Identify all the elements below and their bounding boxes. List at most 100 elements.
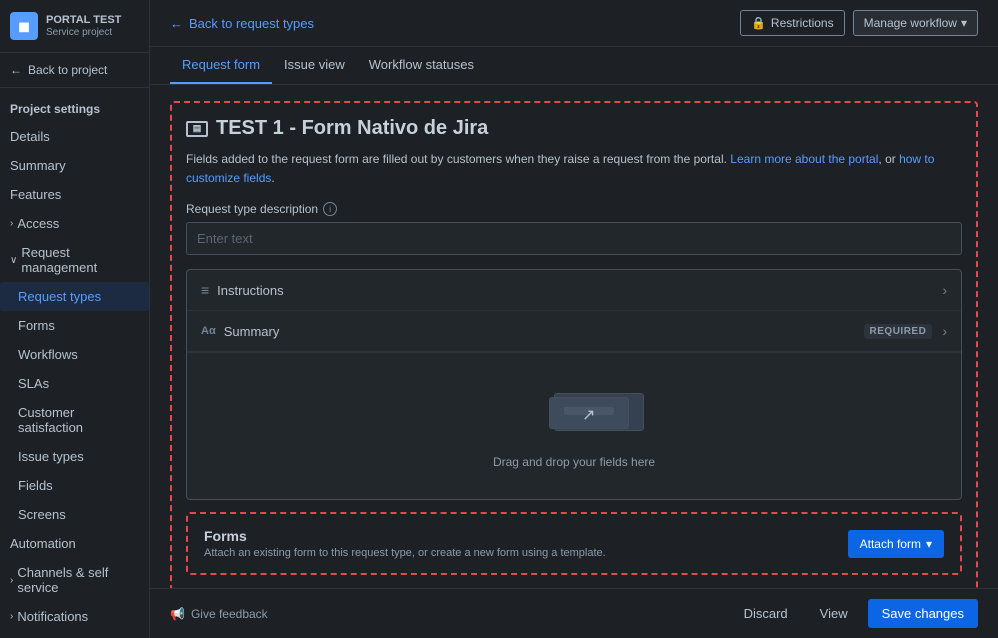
sidebar-item-access[interactable]: › Access <box>0 209 149 238</box>
sidebar-item-customer-satisfaction-label: Customer satisfaction <box>18 405 139 435</box>
sidebar-item-screens-label: Screens <box>18 507 66 522</box>
project-settings-title: Project settings <box>0 88 149 122</box>
restrictions-label: Restrictions <box>771 16 834 30</box>
sidebar-logo: ◼ PORTAL TEST Service project <box>0 0 149 53</box>
sidebar-item-request-types-label: Request types <box>18 289 101 304</box>
tab-issue-view[interactable]: Issue view <box>272 47 357 84</box>
tab-request-form[interactable]: Request form <box>170 47 272 84</box>
sidebar-item-fields-label: Fields <box>18 478 53 493</box>
form-title-row: ▤ TEST 1 - Form Nativo de Jira <box>186 117 962 140</box>
sidebar-item-automation[interactable]: Automation <box>0 529 149 558</box>
attach-form-label: Attach form <box>860 537 921 551</box>
sidebar-item-forms[interactable]: Forms <box>0 311 149 340</box>
sidebar-item-slas[interactable]: SLAs <box>0 369 149 398</box>
forms-section: Forms Attach an existing form to this re… <box>186 512 962 575</box>
forms-section-title: Forms <box>204 528 606 544</box>
sidebar-item-fields[interactable]: Fields <box>0 471 149 500</box>
forms-section-desc: Attach an existing form to this request … <box>204 547 606 559</box>
drag-drop-area: ↗ Drag and drop your fields here <box>187 352 961 499</box>
outer-dashed-region: ▤ TEST 1 - Form Nativo de Jira Fields ad… <box>170 101 978 588</box>
sidebar-item-features[interactable]: Features <box>0 180 149 209</box>
sidebar-item-summary-label: Summary <box>10 158 66 173</box>
sidebar-item-slas-label: SLAs <box>18 376 49 391</box>
sidebar-item-summary[interactable]: Summary <box>0 151 149 180</box>
summary-field-row[interactable]: Aα Summary REQUIRED › <box>187 311 961 352</box>
sidebar-item-request-types[interactable]: Request types <box>0 282 149 311</box>
tab-issue-view-label: Issue view <box>284 57 345 72</box>
learn-more-link[interactable]: Learn more about the portal <box>730 152 878 166</box>
discard-button[interactable]: Discard <box>732 600 800 627</box>
fields-panel: ≡ Instructions › Aα Summary REQUIRED › <box>186 269 962 500</box>
back-icon: ← <box>10 63 22 77</box>
view-button[interactable]: View <box>808 600 860 627</box>
sidebar-item-details-label: Details <box>10 129 50 144</box>
back-to-project-button[interactable]: ← Back to project <box>0 53 149 88</box>
summary-label: Summary <box>224 324 864 339</box>
back-to-request-types-label: Back to request types <box>189 16 314 31</box>
drag-drop-text: Drag and drop your fields here <box>493 455 655 469</box>
discard-label: Discard <box>744 606 788 621</box>
feedback-label: Give feedback <box>191 607 268 621</box>
sidebar-item-issue-types[interactable]: Issue types <box>0 442 149 471</box>
desc-field-label: Request type description i <box>186 202 962 216</box>
drag-cursor-icon: ↗ <box>582 405 595 425</box>
topbar: ← Back to request types 🔒 Restrictions M… <box>150 0 998 47</box>
sidebar-item-language-support[interactable]: Language support <box>0 631 149 638</box>
drag-drop-visual: ↗ <box>494 383 654 443</box>
bottombar-actions: Discard View Save changes <box>732 599 978 628</box>
form-title-icon: ▤ <box>186 121 208 137</box>
save-label: Save changes <box>882 606 964 621</box>
info-icon[interactable]: i <box>323 202 337 216</box>
sidebar-item-workflows[interactable]: Workflows <box>0 340 149 369</box>
desc-text-content: Fields added to the request form are fil… <box>186 152 727 166</box>
sidebar-item-notifications-label: Notifications <box>17 609 88 624</box>
desc-label-text: Request type description <box>186 202 318 216</box>
back-to-request-types-button[interactable]: ← Back to request types <box>170 16 314 31</box>
feedback-icon: 📢 <box>170 607 185 621</box>
sidebar-item-automation-label: Automation <box>10 536 76 551</box>
sidebar-item-workflows-label: Workflows <box>18 347 78 362</box>
tab-bar: Request form Issue view Workflow statuse… <box>150 47 998 85</box>
main-content: ← Back to request types 🔒 Restrictions M… <box>150 0 998 638</box>
instructions-chevron-icon: › <box>942 282 947 298</box>
request-type-description-input[interactable] <box>186 222 962 255</box>
sidebar-item-customer-satisfaction[interactable]: Customer satisfaction <box>0 398 149 442</box>
tab-workflow-statuses-label: Workflow statuses <box>369 57 474 72</box>
give-feedback-button[interactable]: 📢 Give feedback <box>170 607 268 621</box>
manage-workflow-button[interactable]: Manage workflow ▾ <box>853 10 978 36</box>
content-area: ▤ TEST 1 - Form Nativo de Jira Fields ad… <box>150 85 998 588</box>
lock-icon: 🔒 <box>751 16 766 30</box>
chevron-right-notifications-icon: › <box>10 611 13 622</box>
sidebar-logo-text: PORTAL TEST Service project <box>46 14 121 38</box>
sidebar-item-screens[interactable]: Screens <box>0 500 149 529</box>
sidebar-item-request-management-label: Request management <box>21 245 139 275</box>
sidebar-item-forms-label: Forms <box>18 318 55 333</box>
sidebar-logo-sub: Service project <box>46 27 121 38</box>
attach-form-chevron-icon: ▾ <box>926 537 932 551</box>
sidebar-item-features-label: Features <box>10 187 61 202</box>
form-title-text: TEST 1 - Form Nativo de Jira <box>216 117 488 140</box>
sidebar-item-details[interactable]: Details <box>0 122 149 151</box>
forms-section-left: Forms Attach an existing form to this re… <box>204 528 606 559</box>
sidebar-item-channels-label: Channels & self service <box>17 565 139 595</box>
summary-type-icon: Aα <box>201 325 216 337</box>
manage-workflow-label: Manage workflow <box>864 16 957 30</box>
form-description: Fields added to the request form are fil… <box>186 150 962 188</box>
attach-form-button[interactable]: Attach form ▾ <box>848 530 944 558</box>
tab-workflow-statuses[interactable]: Workflow statuses <box>357 47 486 84</box>
view-label: View <box>820 606 848 621</box>
tab-request-form-label: Request form <box>182 57 260 72</box>
save-changes-button[interactable]: Save changes <box>868 599 978 628</box>
instructions-field-row[interactable]: ≡ Instructions › <box>187 270 961 311</box>
chevron-right-icon: › <box>10 218 13 229</box>
instructions-icon: ≡ <box>201 282 209 298</box>
back-arrow-icon: ← <box>170 16 183 31</box>
sidebar-item-notifications[interactable]: › Notifications <box>0 602 149 631</box>
sidebar-item-request-management[interactable]: ∨ Request management <box>0 238 149 282</box>
sidebar-item-access-label: Access <box>17 216 59 231</box>
portal-logo-icon: ◼ <box>10 12 38 40</box>
restrictions-button[interactable]: 🔒 Restrictions <box>740 10 845 36</box>
sidebar: ◼ PORTAL TEST Service project ← Back to … <box>0 0 150 638</box>
sidebar-item-channels[interactable]: › Channels & self service <box>0 558 149 602</box>
chevron-right-channels-icon: › <box>10 575 13 586</box>
